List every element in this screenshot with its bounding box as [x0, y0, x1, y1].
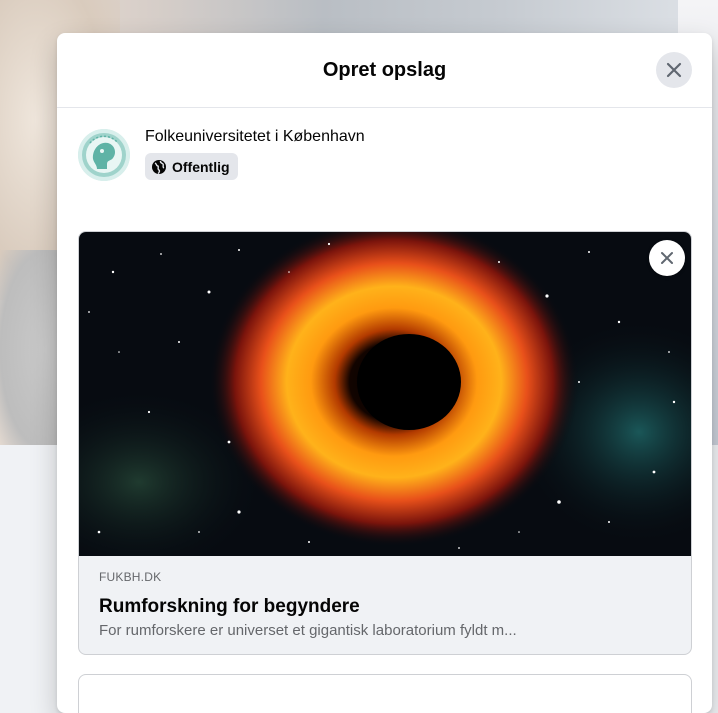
- globe-icon: [152, 159, 166, 174]
- link-domain: FUKBH.DK: [99, 570, 162, 584]
- preview-image: [79, 232, 691, 556]
- dialog-header: Opret opslag: [57, 33, 712, 108]
- create-post-dialog: Opret opslag Folkeuniversitetet i Københ…: [57, 33, 712, 713]
- privacy-selector-button[interactable]: Offentlig: [145, 153, 238, 180]
- link-metadata: FUKBH.DK Rumforskning for begyndere For …: [99, 570, 675, 639]
- privacy-label: Offentlig: [172, 158, 230, 175]
- close-icon: [661, 252, 673, 264]
- add-to-post-box[interactable]: [78, 674, 692, 713]
- close-icon: [666, 62, 682, 78]
- link-preview-card[interactable]: FUKBH.DK Rumforskning for begyndere For …: [78, 231, 692, 655]
- author-name[interactable]: Folkeuniversitetet i København: [145, 128, 365, 146]
- avatar[interactable]: [78, 129, 130, 181]
- dialog-title: Opret opslag: [322, 58, 447, 81]
- link-description: For rumforskere er universet et gigantis…: [99, 622, 517, 639]
- close-dialog-button[interactable]: [656, 52, 692, 88]
- remove-preview-button[interactable]: [649, 240, 685, 276]
- link-title[interactable]: Rumforskning for begyndere: [99, 596, 675, 618]
- post-author: Folkeuniversitetet i København Offentlig: [57, 108, 712, 218]
